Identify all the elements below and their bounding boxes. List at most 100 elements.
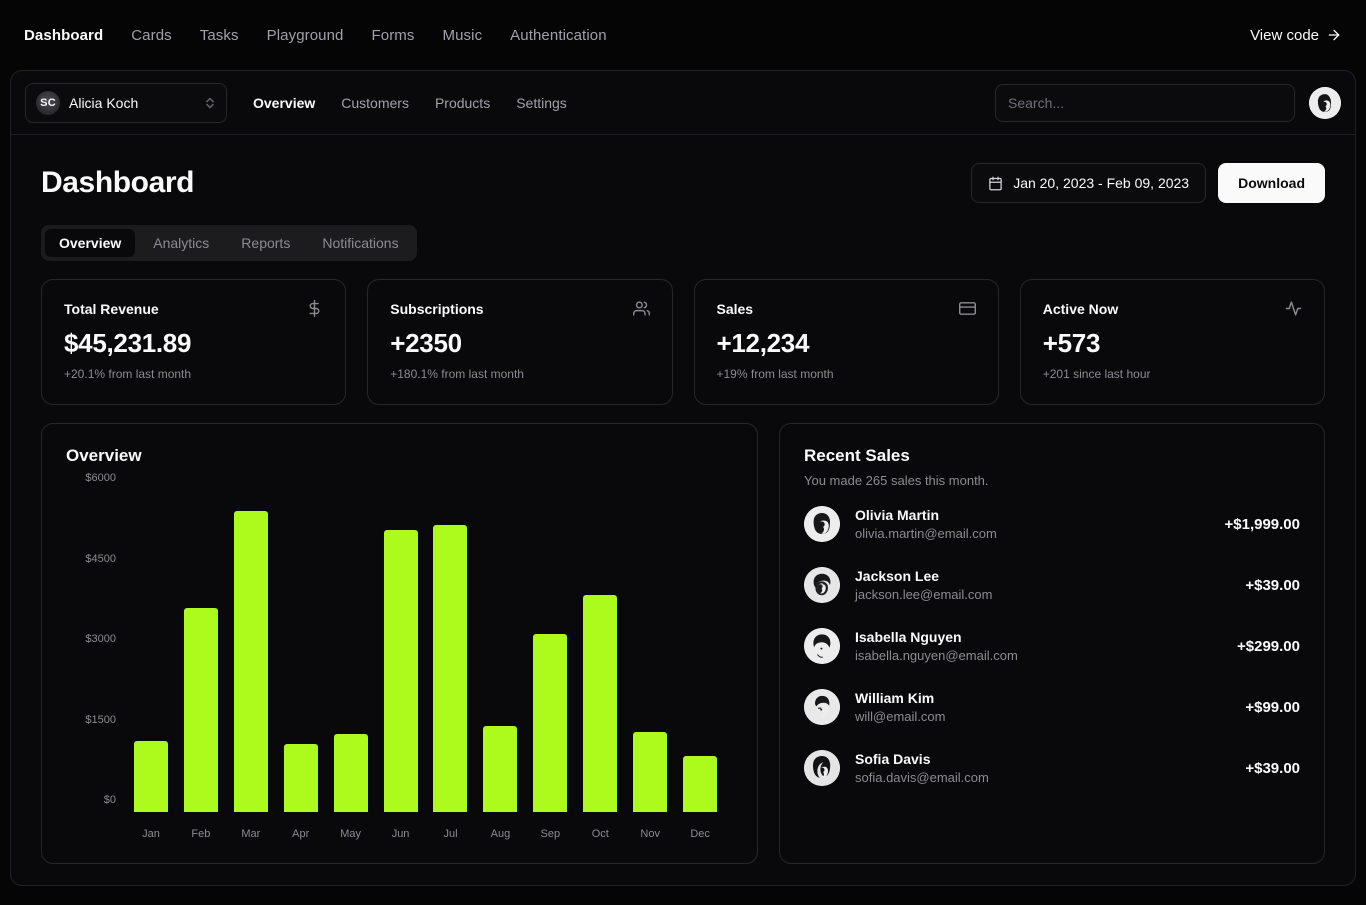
top-nav-link-tasks[interactable]: Tasks <box>200 27 239 44</box>
recent-sale-name: Olivia Martin <box>855 507 940 523</box>
chart-bar-wrap <box>326 490 376 812</box>
recent-sale-row: William Kim will@email.com +$99.00 <box>804 689 1300 725</box>
tab-overview[interactable]: Overview <box>45 229 136 257</box>
tab-notifications[interactable]: Notifications <box>308 229 412 257</box>
stat-card-label: Subscriptions <box>390 300 484 317</box>
view-code-label: View code <box>1250 26 1319 44</box>
view-code-link[interactable]: View code <box>1250 27 1342 44</box>
date-range-picker[interactable]: Jan 20, 2023 - Feb 09, 2023 <box>971 163 1207 203</box>
top-nav-links: Dashboard Cards Tasks Playground Forms Music A… <box>24 27 607 44</box>
team-switcher[interactable]: SC Alicia Koch <box>25 82 227 123</box>
chart-bar-jul[interactable] <box>433 525 468 812</box>
chart-bar-nov[interactable] <box>633 731 668 812</box>
top-nav-link-authentication[interactable]: Authentication <box>510 27 606 44</box>
recent-sale-row: Jackson Lee jackson.lee@email.com +$39.00 <box>804 567 1300 603</box>
chart-y-tick: $3000 <box>85 633 116 645</box>
chart-bar-wrap <box>575 490 625 812</box>
chart-x-label-aug: Aug <box>490 828 511 840</box>
chart-bar-dec[interactable] <box>683 755 718 812</box>
page-header-actions: Jan 20, 2023 - Feb 09, 2023 Download <box>971 163 1325 203</box>
overview-panel-title: Overview <box>66 446 142 465</box>
chart-bar-jan[interactable] <box>133 741 168 812</box>
recent-sale-amount: +$1,999.00 <box>1224 515 1301 533</box>
recent-sale-amount: +$99.00 <box>1245 698 1300 716</box>
chart-bar-apr[interactable] <box>283 743 318 812</box>
user-avatar[interactable] <box>1309 86 1341 119</box>
stat-card-subtext: +180.1% from last month <box>390 367 524 381</box>
chart-bar-mar[interactable] <box>233 510 268 812</box>
chart-bar-wrap <box>475 490 525 812</box>
chart-bar-sep[interactable] <box>533 634 568 812</box>
chart-y-tick: $6000 <box>85 472 116 484</box>
page-header: Dashboard Jan 20, 2023 - Feb 09, 2023 Do… <box>41 163 1325 203</box>
chart-bar-feb[interactable] <box>183 608 218 812</box>
revenue-bar-chart: $0 $1500 $3000 $4500 $6000 Jan Feb Mar Apr May Ju… <box>66 472 733 842</box>
recent-sale-email: olivia.martin@email.com <box>855 526 997 541</box>
secondary-nav-link-products[interactable]: Products <box>435 95 490 111</box>
chart-bar-aug[interactable] <box>483 726 518 812</box>
stat-cards-row: Total Revenue $45,231.89 +20.1% from last … <box>41 279 1325 405</box>
chart-bar-wrap <box>276 490 326 812</box>
date-range-label: Jan 20, 2023 - Feb 09, 2023 <box>1013 175 1190 191</box>
chart-bar-may[interactable] <box>333 733 368 812</box>
recent-sale-name: Isabella Nguyen <box>855 629 962 645</box>
tab-analytics[interactable]: Analytics <box>139 229 223 257</box>
stat-card-value: +573 <box>1042 328 1101 358</box>
avatar <box>804 750 840 786</box>
secondary-nav-link-customers[interactable]: Customers <box>341 95 409 111</box>
chart-bar-jun[interactable] <box>383 529 418 812</box>
stat-card-icon-wrap <box>1285 300 1302 317</box>
chart-bar-wrap <box>625 490 675 812</box>
stat-card-label: Total Revenue <box>64 300 159 317</box>
chart-x-label-jun: Jun <box>391 828 410 840</box>
stat-card-header: Sales <box>717 300 976 317</box>
top-nav-link-cards[interactable]: Cards <box>131 27 172 44</box>
recent-sale-amount: +$39.00 <box>1245 576 1300 594</box>
top-nav-link-music[interactable]: Music <box>443 27 483 44</box>
chart-bar-wrap <box>226 490 276 812</box>
top-nav-link-playground[interactable]: Playground <box>267 27 344 44</box>
dashboard-page: Dashboard Jan 20, 2023 - Feb 09, 2023 Do… <box>11 135 1355 864</box>
top-nav-link-forms[interactable]: Forms <box>372 27 415 44</box>
secondary-nav-link-overview[interactable]: Overview <box>253 95 315 111</box>
recent-sale-amount: +$39.00 <box>1245 759 1300 777</box>
recent-sale-row: Sofia Davis sofia.davis@email.com +$39.00 <box>804 750 1300 786</box>
secondary-nav-link-settings[interactable]: Settings <box>516 95 567 111</box>
avatar <box>804 567 840 603</box>
stat-card-value: +12,234 <box>716 328 810 358</box>
stat-card-subtext: +20.1% from last month <box>64 367 192 381</box>
chart-x-label-feb: Feb <box>191 828 211 840</box>
chart-y-tick: $4500 <box>85 552 116 565</box>
recent-sale-amount: +$299.00 <box>1237 637 1300 655</box>
chart-bar-wrap <box>176 490 226 812</box>
stat-card-header: Subscriptions <box>390 300 650 317</box>
team-name: Alicia Koch <box>69 94 139 111</box>
chart-bar-oct[interactable] <box>583 594 618 812</box>
stat-card-icon-wrap <box>632 300 650 317</box>
recent-sale-name: Jackson Lee <box>855 568 940 584</box>
recent-sale-info: Isabella Nguyen isabella.nguyen@email.com <box>855 629 1018 663</box>
top-nav-link-dashboard[interactable]: Dashboard <box>24 27 103 44</box>
chart-y-tick: $0 <box>103 794 116 806</box>
chart-x-label-dec: Dec <box>690 828 710 840</box>
stat-card-header: Total Revenue <box>64 300 323 317</box>
arrow-right-icon <box>1328 29 1340 41</box>
chevron-up-down-icon <box>206 97 214 108</box>
activity-icon <box>1285 301 1302 316</box>
stat-card-subtext: +19% from last month <box>716 367 834 381</box>
chart-bars <box>126 490 725 812</box>
chart-bar-wrap <box>126 490 176 812</box>
overview-panel: Overview $0 $1500 $3000 $4500 $6000 Jan Feb Ma… <box>41 423 758 864</box>
stat-card-active-now: Active Now +573 +201 since last hour <box>1019 279 1325 405</box>
tab-reports[interactable]: Reports <box>227 229 304 257</box>
recent-sales-panel: Recent Sales You made 265 sales this mon… <box>779 423 1325 864</box>
chart-plot-area: $0 $1500 $3000 $4500 $6000 <box>85 472 725 812</box>
chart-x-label-jan: Jan <box>142 828 160 840</box>
chart-bar-wrap <box>525 490 575 812</box>
stat-card-value: +2350 <box>390 328 462 358</box>
download-button[interactable]: Download <box>1218 163 1325 203</box>
recent-sale-info: Olivia Martin olivia.martin@email.com <box>855 507 997 541</box>
search-input[interactable] <box>995 83 1295 122</box>
stat-card-icon-wrap <box>958 300 976 317</box>
avatar <box>804 689 840 725</box>
